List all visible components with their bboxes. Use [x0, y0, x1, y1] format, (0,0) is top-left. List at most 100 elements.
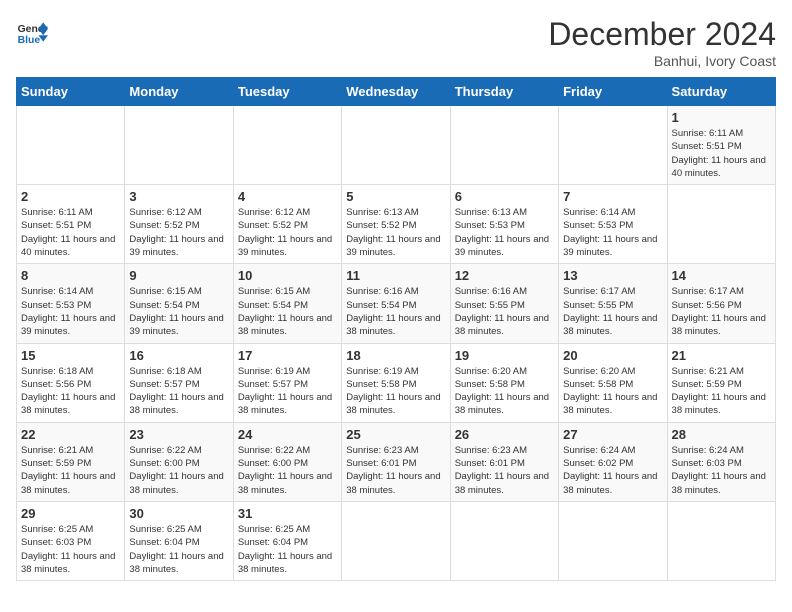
- calendar-cell: 17Sunrise: 6:19 AM Sunset: 5:57 PM Dayli…: [233, 343, 341, 422]
- day-info: Sunrise: 6:13 AM Sunset: 5:53 PM Dayligh…: [455, 206, 554, 259]
- day-info: Sunrise: 6:20 AM Sunset: 5:58 PM Dayligh…: [455, 365, 554, 418]
- subtitle: Banhui, Ivory Coast: [548, 53, 776, 69]
- logo: General Blue: [16, 16, 48, 48]
- day-info: Sunrise: 6:16 AM Sunset: 5:55 PM Dayligh…: [455, 285, 554, 338]
- calendar-day-header: Monday: [125, 78, 233, 106]
- day-number: 26: [455, 427, 554, 442]
- calendar-cell: 1Sunrise: 6:11 AM Sunset: 5:51 PM Daylig…: [667, 106, 775, 185]
- calendar-cell: [342, 106, 450, 185]
- day-number: 2: [21, 189, 120, 204]
- main-title: December 2024: [548, 16, 776, 53]
- calendar-cell: 27 Sunrise: 6:24 AM Sunset: 6:02 PM Dayli…: [559, 422, 667, 501]
- day-info: Sunrise: 6:24 AM Sunset: 6:02 PM Dayligh…: [563, 444, 662, 497]
- calendar-cell: [450, 106, 558, 185]
- day-info: Sunrise: 6:11 AM Sunset: 5:51 PM Dayligh…: [21, 206, 120, 259]
- day-number: 19: [455, 348, 554, 363]
- day-number: 31: [238, 506, 337, 521]
- calendar-cell: 13 Sunrise: 6:17 AM Sunset: 5:55 PM Dayli…: [559, 264, 667, 343]
- calendar-day-header: Thursday: [450, 78, 558, 106]
- day-number: 3: [129, 189, 228, 204]
- day-info: Sunrise: 6:18 AM Sunset: 5:56 PM Dayligh…: [21, 365, 120, 418]
- day-info: Sunrise: 6:12 AM Sunset: 5:52 PM Dayligh…: [238, 206, 337, 259]
- calendar-header-row: SundayMondayTuesdayWednesdayThursdayFrid…: [17, 78, 776, 106]
- calendar-cell: [342, 501, 450, 580]
- day-info: Sunrise: 6:13 AM Sunset: 5:52 PM Dayligh…: [346, 206, 445, 259]
- calendar-cell: 6 Sunrise: 6:13 AM Sunset: 5:53 PM Daylig…: [450, 185, 558, 264]
- day-number: 9: [129, 268, 228, 283]
- day-number: 17: [238, 348, 337, 363]
- day-info: Sunrise: 6:18 AM Sunset: 5:57 PM Dayligh…: [129, 365, 228, 418]
- day-info: Sunrise: 6:17 AM Sunset: 5:56 PM Dayligh…: [672, 285, 771, 338]
- calendar-cell: 21 Sunrise: 6:21 AM Sunset: 5:59 PM Dayli…: [667, 343, 775, 422]
- calendar-cell: 5Sunrise: 6:13 AM Sunset: 5:52 PM Daylig…: [342, 185, 450, 264]
- calendar-cell: 29 Sunrise: 6:25 AM Sunset: 6:03 PM Dayli…: [17, 501, 125, 580]
- calendar-cell: 10 Sunrise: 6:15 AM Sunset: 5:54 PM Dayli…: [233, 264, 341, 343]
- calendar-day-header: Sunday: [17, 78, 125, 106]
- calendar-cell: 30 Sunrise: 6:25 AM Sunset: 6:04 PM Dayli…: [125, 501, 233, 580]
- day-info: Sunrise: 6:23 AM Sunset: 6:01 PM Dayligh…: [346, 444, 445, 497]
- calendar-cell: 18Sunrise: 6:19 AM Sunset: 5:58 PM Dayli…: [342, 343, 450, 422]
- calendar-cell: 12 Sunrise: 6:16 AM Sunset: 5:55 PM Dayli…: [450, 264, 558, 343]
- day-info: Sunrise: 6:20 AM Sunset: 5:58 PM Dayligh…: [563, 365, 662, 418]
- day-number: 4: [238, 189, 337, 204]
- day-number: 10: [238, 268, 337, 283]
- calendar-cell: [450, 501, 558, 580]
- day-info: Sunrise: 6:16 AM Sunset: 5:54 PM Dayligh…: [346, 285, 445, 338]
- calendar-cell: [17, 106, 125, 185]
- day-number: 28: [672, 427, 771, 442]
- page-header: General Blue December 2024 Banhui, Ivory…: [16, 16, 776, 69]
- day-number: 11: [346, 268, 445, 283]
- calendar-day-header: Saturday: [667, 78, 775, 106]
- calendar-day-header: Wednesday: [342, 78, 450, 106]
- calendar-day-header: Friday: [559, 78, 667, 106]
- day-info: Sunrise: 6:25 AM Sunset: 6:04 PM Dayligh…: [129, 523, 228, 576]
- calendar-cell: 28 Sunrise: 6:24 AM Sunset: 6:03 PM Dayli…: [667, 422, 775, 501]
- day-number: 27: [563, 427, 662, 442]
- calendar-cell: 19 Sunrise: 6:20 AM Sunset: 5:58 PM Dayli…: [450, 343, 558, 422]
- calendar-week-row: 29 Sunrise: 6:25 AM Sunset: 6:03 PM Dayli…: [17, 501, 776, 580]
- calendar-cell: 26 Sunrise: 6:23 AM Sunset: 6:01 PM Dayli…: [450, 422, 558, 501]
- day-number: 14: [672, 268, 771, 283]
- day-info: Sunrise: 6:15 AM Sunset: 5:54 PM Dayligh…: [238, 285, 337, 338]
- calendar-cell: [559, 501, 667, 580]
- day-number: 21: [672, 348, 771, 363]
- day-number: 15: [21, 348, 120, 363]
- calendar-cell: [667, 501, 775, 580]
- day-info: Sunrise: 6:21 AM Sunset: 5:59 PM Dayligh…: [21, 444, 120, 497]
- calendar-cell: 15 Sunrise: 6:18 AM Sunset: 5:56 PM Dayli…: [17, 343, 125, 422]
- calendar-day-header: Tuesday: [233, 78, 341, 106]
- day-number: 29: [21, 506, 120, 521]
- calendar-week-row: 15 Sunrise: 6:18 AM Sunset: 5:56 PM Dayli…: [17, 343, 776, 422]
- day-info: Sunrise: 6:25 AM Sunset: 6:04 PM Dayligh…: [238, 523, 337, 576]
- day-number: 12: [455, 268, 554, 283]
- title-block: December 2024 Banhui, Ivory Coast: [548, 16, 776, 69]
- day-number: 6: [455, 189, 554, 204]
- calendar-cell: [667, 185, 775, 264]
- calendar-week-row: 2 Sunrise: 6:11 AM Sunset: 5:51 PM Daylig…: [17, 185, 776, 264]
- day-info: Sunrise: 6:19 AM Sunset: 5:58 PM Dayligh…: [346, 365, 445, 418]
- day-info: Sunrise: 6:22 AM Sunset: 6:00 PM Dayligh…: [238, 444, 337, 497]
- day-info: Sunrise: 6:14 AM Sunset: 5:53 PM Dayligh…: [21, 285, 120, 338]
- calendar-cell: 31 Sunrise: 6:25 AM Sunset: 6:04 PM Dayli…: [233, 501, 341, 580]
- day-number: 30: [129, 506, 228, 521]
- calendar-week-row: 1Sunrise: 6:11 AM Sunset: 5:51 PM Daylig…: [17, 106, 776, 185]
- calendar-week-row: 22 Sunrise: 6:21 AM Sunset: 5:59 PM Dayli…: [17, 422, 776, 501]
- day-info: Sunrise: 6:25 AM Sunset: 6:03 PM Dayligh…: [21, 523, 120, 576]
- day-info: Sunrise: 6:23 AM Sunset: 6:01 PM Dayligh…: [455, 444, 554, 497]
- day-number: 22: [21, 427, 120, 442]
- day-number: 24: [238, 427, 337, 442]
- day-number: 13: [563, 268, 662, 283]
- calendar-table: SundayMondayTuesdayWednesdayThursdayFrid…: [16, 77, 776, 581]
- calendar-cell: 25Sunrise: 6:23 AM Sunset: 6:01 PM Dayli…: [342, 422, 450, 501]
- calendar-cell: [233, 106, 341, 185]
- day-info: Sunrise: 6:24 AM Sunset: 6:03 PM Dayligh…: [672, 444, 771, 497]
- day-info: Sunrise: 6:21 AM Sunset: 5:59 PM Dayligh…: [672, 365, 771, 418]
- calendar-cell: 22 Sunrise: 6:21 AM Sunset: 5:59 PM Dayli…: [17, 422, 125, 501]
- calendar-cell: 11 Sunrise: 6:16 AM Sunset: 5:54 PM Dayli…: [342, 264, 450, 343]
- calendar-cell: 8Sunrise: 6:14 AM Sunset: 5:53 PM Daylig…: [17, 264, 125, 343]
- day-info: Sunrise: 6:15 AM Sunset: 5:54 PM Dayligh…: [129, 285, 228, 338]
- calendar-cell: 7Sunrise: 6:14 AM Sunset: 5:53 PM Daylig…: [559, 185, 667, 264]
- calendar-cell: 20Sunrise: 6:20 AM Sunset: 5:58 PM Dayli…: [559, 343, 667, 422]
- day-info: Sunrise: 6:17 AM Sunset: 5:55 PM Dayligh…: [563, 285, 662, 338]
- day-number: 1: [672, 110, 771, 125]
